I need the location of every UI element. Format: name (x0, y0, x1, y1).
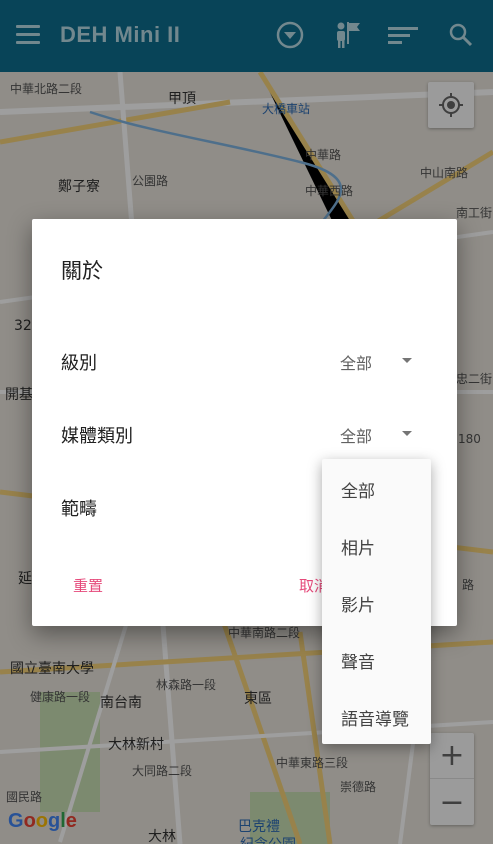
reset-button[interactable]: 重置 (73, 575, 103, 596)
level-select[interactable]: 全部 (340, 341, 422, 381)
dropdown-option-audio[interactable]: 聲音 (322, 642, 431, 699)
dropdown-option-photo[interactable]: 相片 (322, 528, 431, 585)
scope-label: 範疇 (61, 499, 97, 520)
media-type-select-value: 全部 (340, 427, 373, 446)
media-type-select[interactable]: 全部 (340, 414, 422, 454)
level-label: 級別 (61, 353, 97, 374)
dropdown-option-audio-guide[interactable]: 語音導覽 (322, 699, 431, 756)
media-type-dropdown: 全部 相片 影片 聲音 語音導覽 (322, 459, 431, 744)
dropdown-option-all[interactable]: 全部 (322, 471, 431, 528)
level-select-value: 全部 (340, 354, 373, 373)
level-row: 級別 全部 (32, 341, 457, 381)
media-type-label: 媒體類別 (61, 426, 133, 447)
dropdown-option-video[interactable]: 影片 (322, 585, 431, 642)
dialog-title: 關於 (61, 259, 103, 283)
chevron-down-icon (402, 358, 412, 363)
chevron-down-icon (402, 431, 412, 436)
media-type-row: 媒體類別 全部 (32, 414, 457, 454)
